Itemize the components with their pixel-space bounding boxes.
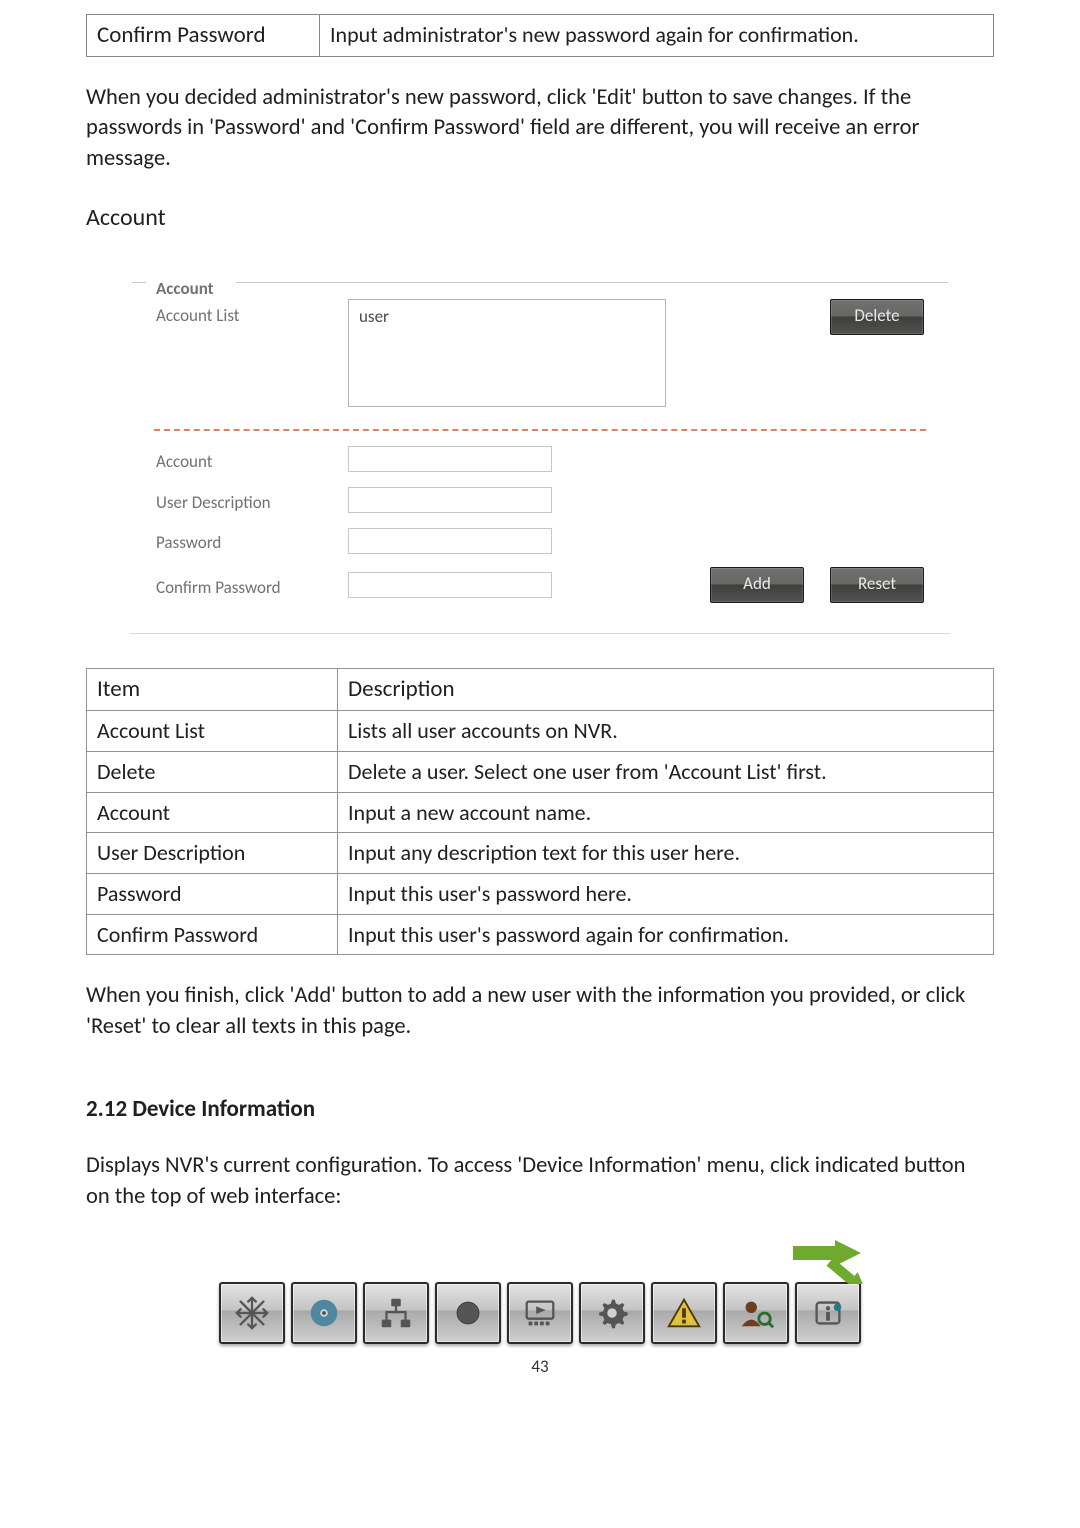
record-icon[interactable] [435, 1282, 501, 1344]
snowflake-icon[interactable] [219, 1282, 285, 1344]
section-intro-paragraph: Displays NVR's current configuration. To… [86, 1151, 994, 1212]
table-row: Confirm Password Input this user's passw… [87, 914, 994, 955]
cell-item: Account [87, 792, 338, 833]
cell-desc: Input a new account name. [338, 792, 994, 833]
intro-paragraph: When you decided administrator's new pas… [86, 83, 994, 174]
cell-item: Delete [87, 752, 338, 793]
account-panel: Account Account List user Delete Account… [130, 263, 950, 635]
screen-icon[interactable] [507, 1282, 573, 1344]
confirm-password-key: Confirm Password [87, 15, 320, 57]
fieldset-legend: Account [156, 278, 220, 299]
password-label: Password [156, 526, 326, 555]
confirm-password-row-table: Confirm Password Input administrator's n… [86, 14, 994, 57]
confirm-password-value: Input administrator's new password again… [320, 15, 994, 57]
confirm-password-label: Confirm Password [156, 571, 326, 600]
table-row: User Description Input any description t… [87, 833, 994, 874]
after-table-paragraph: When you finish, click 'Add' button to a… [86, 981, 994, 1042]
description-table: Item Description Account List Lists all … [86, 668, 994, 955]
table-row: Account List Lists all user accounts on … [87, 711, 994, 752]
cell-desc: Input this user's password again for con… [338, 914, 994, 955]
user-description-label: User Description [156, 486, 326, 515]
password-field[interactable] [348, 528, 552, 554]
add-button[interactable]: Add [710, 567, 804, 603]
account-list-label: Account List [156, 299, 326, 328]
table-row: Account Input a new account name. [87, 792, 994, 833]
account-field[interactable] [348, 446, 552, 472]
cell-item: Password [87, 874, 338, 915]
col-item: Item [87, 669, 338, 711]
disc-icon[interactable] [291, 1282, 357, 1344]
cell-desc: Input this user's password here. [338, 874, 994, 915]
cell-desc: Lists all user accounts on NVR. [338, 711, 994, 752]
confirm-password-field[interactable] [348, 572, 552, 598]
table-header-row: Item Description [87, 669, 994, 711]
account-list[interactable]: user [348, 299, 666, 407]
network-icon[interactable] [363, 1282, 429, 1344]
alert-icon[interactable] [651, 1282, 717, 1344]
table-row: Password Input this user's password here… [87, 874, 994, 915]
account-field-label: Account [156, 445, 326, 474]
cell-desc: Input any description text for this user… [338, 833, 994, 874]
device-toolbar [219, 1244, 861, 1344]
delete-button[interactable]: Delete [830, 299, 924, 335]
gear-icon[interactable] [579, 1282, 645, 1344]
cell-desc: Delete a user. Select one user from 'Acc… [338, 752, 994, 793]
account-heading: Account [86, 202, 994, 234]
cell-item: User Description [87, 833, 338, 874]
page-number: 43 [86, 1356, 994, 1379]
section-heading: 2.12 Device Information [86, 1094, 994, 1125]
col-desc: Description [338, 669, 994, 711]
table-row: Delete Delete a user. Select one user fr… [87, 752, 994, 793]
reset-button[interactable]: Reset [830, 567, 924, 603]
user-description-field[interactable] [348, 487, 552, 513]
cell-item: Account List [87, 711, 338, 752]
info-icon[interactable] [795, 1282, 861, 1344]
user-icon[interactable] [723, 1282, 789, 1344]
panel-separator [154, 429, 926, 431]
indicator-arrow-icon [789, 1238, 863, 1284]
account-list-option[interactable]: user [357, 305, 657, 330]
cell-item: Confirm Password [87, 914, 338, 955]
